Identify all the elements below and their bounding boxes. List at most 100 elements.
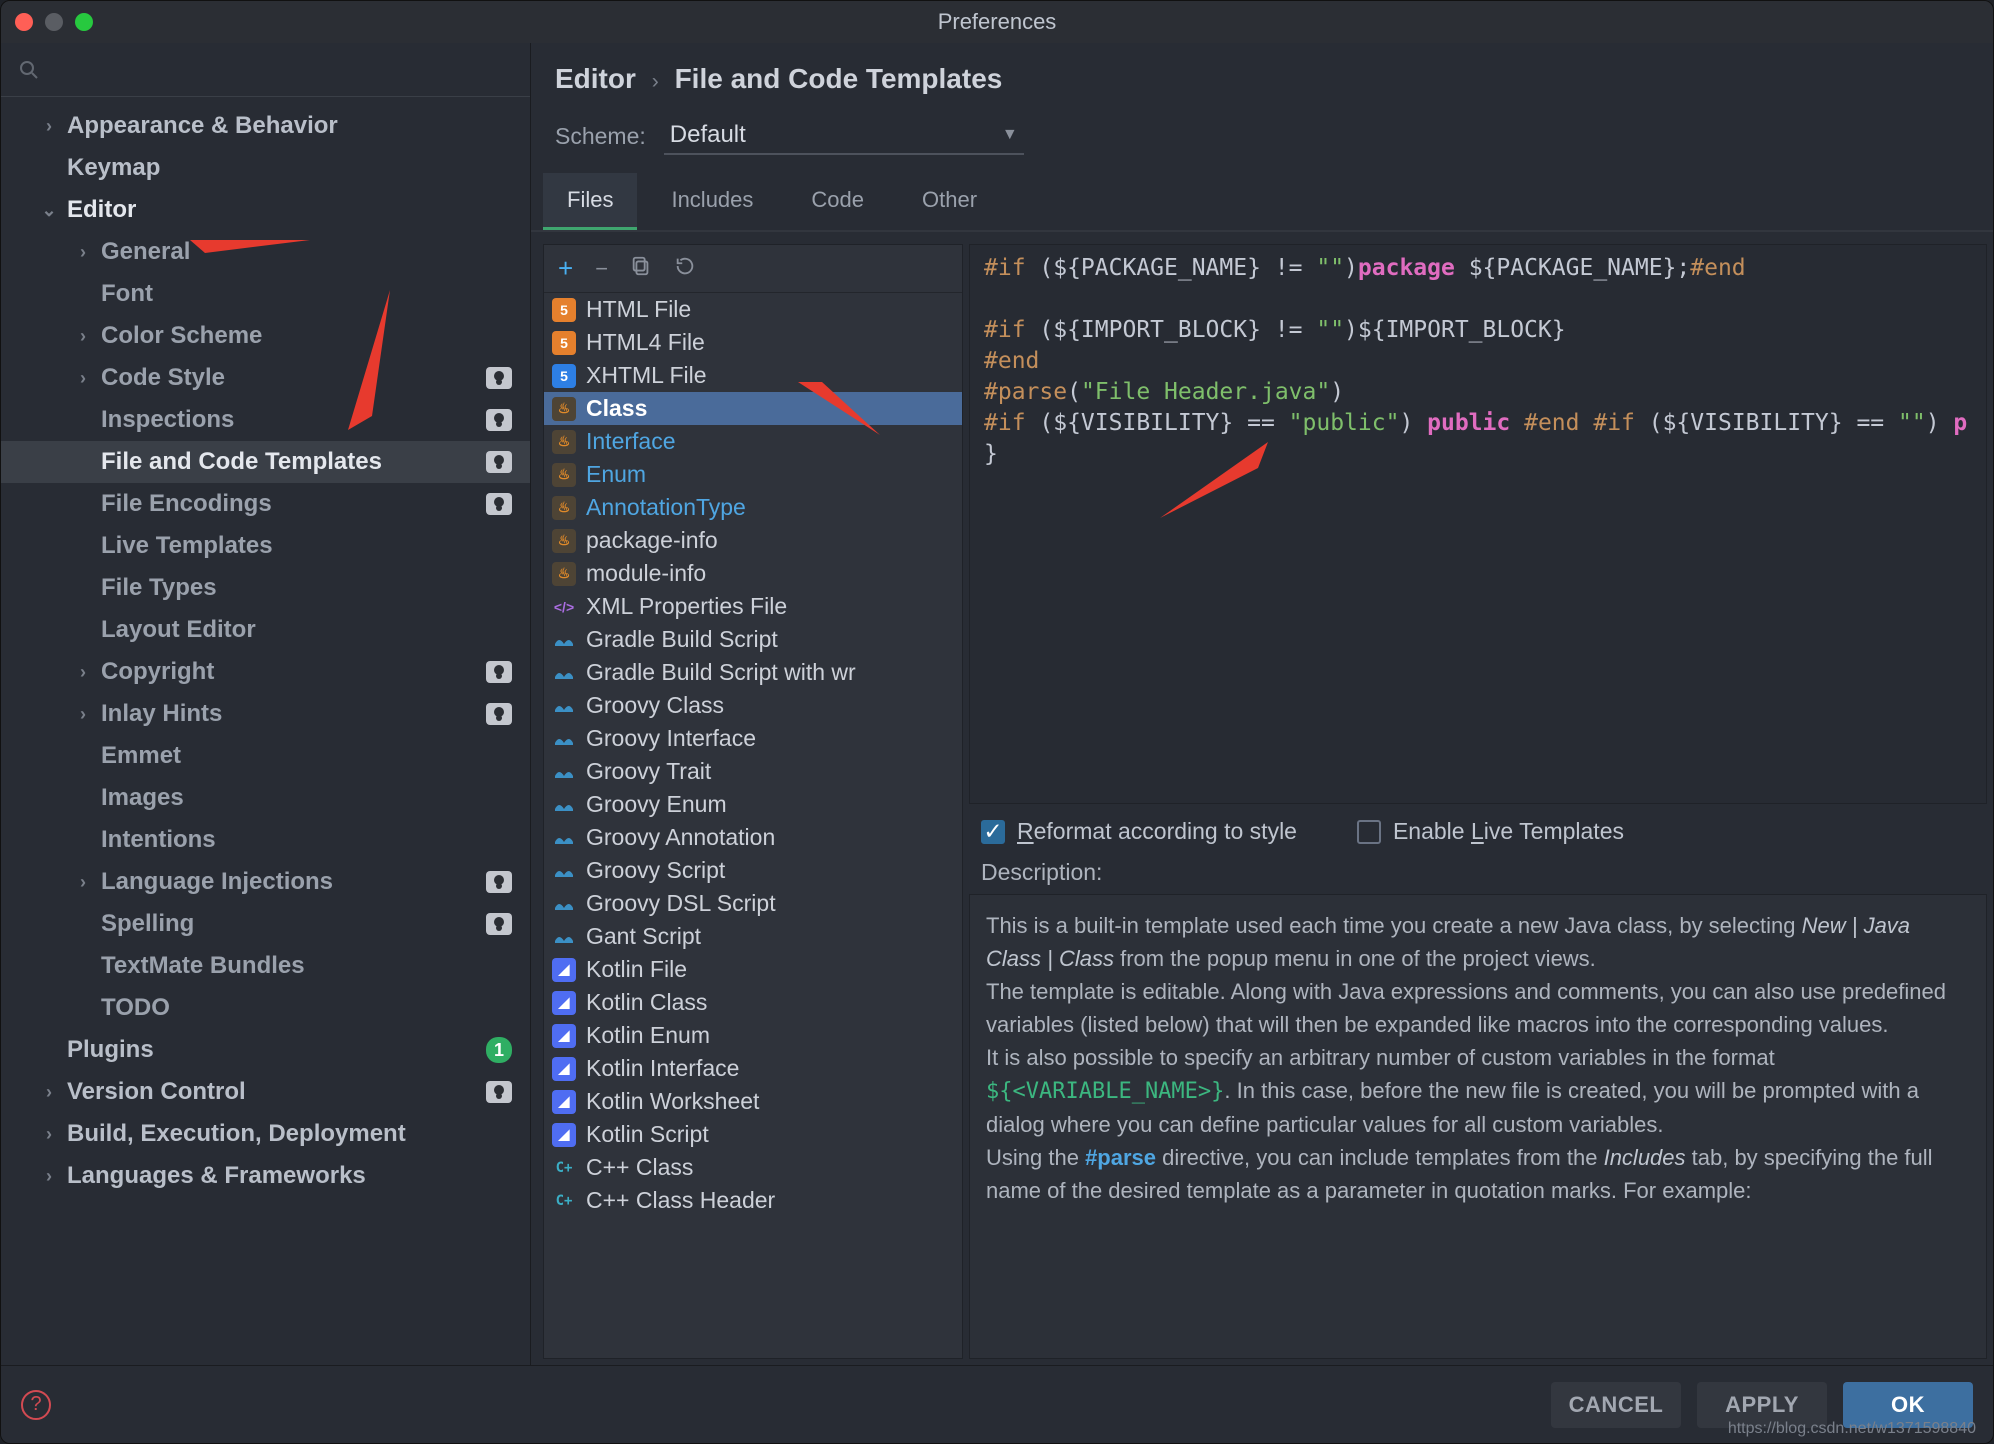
template-label: module-info <box>586 560 706 587</box>
template-row[interactable]: ♨package-info <box>544 524 962 557</box>
sidebar-item[interactable]: ›Languages & Frameworks <box>1 1155 530 1197</box>
kotlin-icon: ◢ <box>552 1123 576 1147</box>
template-row[interactable]: Groovy Class <box>544 689 962 722</box>
kotlin-icon: ◢ <box>552 1090 576 1114</box>
sidebar-item-label: Code Style <box>101 364 225 392</box>
template-row[interactable]: ◢Kotlin Enum <box>544 1019 962 1052</box>
chevron-icon: › <box>65 326 101 347</box>
sidebar-item[interactable]: Plugins1 <box>1 1029 530 1071</box>
template-row[interactable]: Groovy Trait <box>544 755 962 788</box>
template-label: Groovy Trait <box>586 758 711 785</box>
template-code-editor[interactable]: #if (${PACKAGE_NAME} != "")package ${PAC… <box>969 244 1987 804</box>
sidebar-item-label: TODO <box>101 994 170 1022</box>
sidebar-item[interactable]: ›Build, Execution, Deployment <box>1 1113 530 1155</box>
cancel-button[interactable]: CANCEL <box>1551 1382 1681 1428</box>
template-label: Kotlin Interface <box>586 1055 739 1082</box>
template-row[interactable]: 5HTML4 File <box>544 326 962 359</box>
sidebar-item[interactable]: File and Code Templates <box>1 441 530 483</box>
enable-live-templates-checkbox[interactable]: Enable Live Templates <box>1357 818 1624 845</box>
sidebar-item[interactable]: Emmet <box>1 735 530 777</box>
groovy-icon <box>552 727 576 751</box>
chevron-icon: › <box>65 242 101 263</box>
template-label: AnnotationType <box>586 494 746 521</box>
template-label: C++ Class <box>586 1154 693 1181</box>
template-label: Gradle Build Script with wr <box>586 659 856 686</box>
sidebar-item[interactable]: ›Inlay Hints <box>1 693 530 735</box>
chevron-down-icon: ▼ <box>1002 126 1018 144</box>
template-row[interactable]: Groovy Interface <box>544 722 962 755</box>
template-label: XML Properties File <box>586 593 787 620</box>
sidebar-item[interactable]: ›Language Injections <box>1 861 530 903</box>
template-row[interactable]: ◢Kotlin Worksheet <box>544 1085 962 1118</box>
tab-code[interactable]: Code <box>787 173 888 230</box>
add-template-button[interactable]: + <box>558 253 573 284</box>
sidebar-item-label: Plugins <box>67 1036 154 1064</box>
template-row[interactable]: Groovy Annotation <box>544 821 962 854</box>
sidebar-item[interactable]: Font <box>1 273 530 315</box>
template-row[interactable]: Gradle Build Script <box>544 623 962 656</box>
sidebar-item[interactable]: TextMate Bundles <box>1 945 530 987</box>
template-label: HTML4 File <box>586 329 705 356</box>
template-row[interactable]: 5HTML File <box>544 293 962 326</box>
template-row[interactable]: C+C++ Class Header <box>544 1184 962 1217</box>
template-row[interactable]: ♨Enum <box>544 458 962 491</box>
template-row[interactable]: C+C++ Class <box>544 1151 962 1184</box>
sidebar-item-label: Live Templates <box>101 532 273 560</box>
sidebar-item[interactable]: ›Copyright <box>1 651 530 693</box>
sidebar-item[interactable]: Intentions <box>1 819 530 861</box>
help-button[interactable]: ? <box>21 1390 51 1420</box>
remove-template-button[interactable]: − <box>595 256 608 282</box>
template-row[interactable]: ◢Kotlin Class <box>544 986 962 1019</box>
chevron-icon: › <box>31 116 67 137</box>
sidebar-item[interactable]: TODO <box>1 987 530 1029</box>
tab-includes[interactable]: Includes <box>647 173 777 230</box>
sidebar-item[interactable]: Layout Editor <box>1 609 530 651</box>
tab-other[interactable]: Other <box>898 173 1001 230</box>
template-row[interactable]: Groovy Enum <box>544 788 962 821</box>
scheme-select[interactable]: Default ▼ <box>664 117 1024 155</box>
template-row[interactable]: Gant Script <box>544 920 962 953</box>
template-row[interactable]: ◢Kotlin Script <box>544 1118 962 1151</box>
sidebar-item[interactable]: Images <box>1 777 530 819</box>
template-row[interactable]: ◢Kotlin Interface <box>544 1052 962 1085</box>
reformat-checkbox[interactable]: ✓ Reformat according to style <box>981 818 1297 845</box>
template-row[interactable]: ♨Class <box>544 392 962 425</box>
sidebar-item[interactable]: ›Color Scheme <box>1 315 530 357</box>
template-label: HTML File <box>586 296 691 323</box>
xml-icon: </> <box>552 595 576 619</box>
template-row[interactable]: ♨Interface <box>544 425 962 458</box>
template-label: Gradle Build Script <box>586 626 778 653</box>
sidebar-item[interactable]: Keymap <box>1 147 530 189</box>
sidebar-item[interactable]: ›Version Control <box>1 1071 530 1113</box>
sidebar-item[interactable]: ›Code Style <box>1 357 530 399</box>
project-badge-icon <box>486 661 512 683</box>
sidebar-item[interactable]: Spelling <box>1 903 530 945</box>
template-row[interactable]: Gradle Build Script with wr <box>544 656 962 689</box>
sidebar-item[interactable]: ›General <box>1 231 530 273</box>
sidebar-item-label: Images <box>101 784 184 812</box>
sidebar-item-label: General <box>101 238 190 266</box>
template-row[interactable]: Groovy DSL Script <box>544 887 962 920</box>
sidebar-item[interactable]: File Types <box>1 567 530 609</box>
chevron-icon: › <box>65 368 101 389</box>
kotlin-icon: ◢ <box>552 958 576 982</box>
template-row[interactable]: ♨AnnotationType <box>544 491 962 524</box>
copy-template-button[interactable] <box>630 255 652 283</box>
settings-search-input[interactable] <box>1 43 530 97</box>
sidebar-item[interactable]: Inspections <box>1 399 530 441</box>
sidebar-item[interactable]: ⌄Editor <box>1 189 530 231</box>
template-row[interactable]: 5XHTML File <box>544 359 962 392</box>
sidebar-item[interactable]: ›Appearance & Behavior <box>1 105 530 147</box>
sidebar-item[interactable]: File Encodings <box>1 483 530 525</box>
sidebar-item-label: Languages & Frameworks <box>67 1162 366 1190</box>
template-row[interactable]: </> XML Properties File <box>544 590 962 623</box>
tab-files[interactable]: Files <box>543 173 637 230</box>
sidebar-item[interactable]: Live Templates <box>1 525 530 567</box>
template-row[interactable]: ◢Kotlin File <box>544 953 962 986</box>
template-row[interactable]: Groovy Script <box>544 854 962 887</box>
reset-template-button[interactable] <box>674 255 696 283</box>
template-row[interactable]: ♨module-info <box>544 557 962 590</box>
breadcrumb-editor[interactable]: Editor <box>555 63 636 94</box>
template-label: XHTML File <box>586 362 707 389</box>
settings-sidebar: ›Appearance & BehaviorKeymap⌄Editor›Gene… <box>1 43 531 1365</box>
